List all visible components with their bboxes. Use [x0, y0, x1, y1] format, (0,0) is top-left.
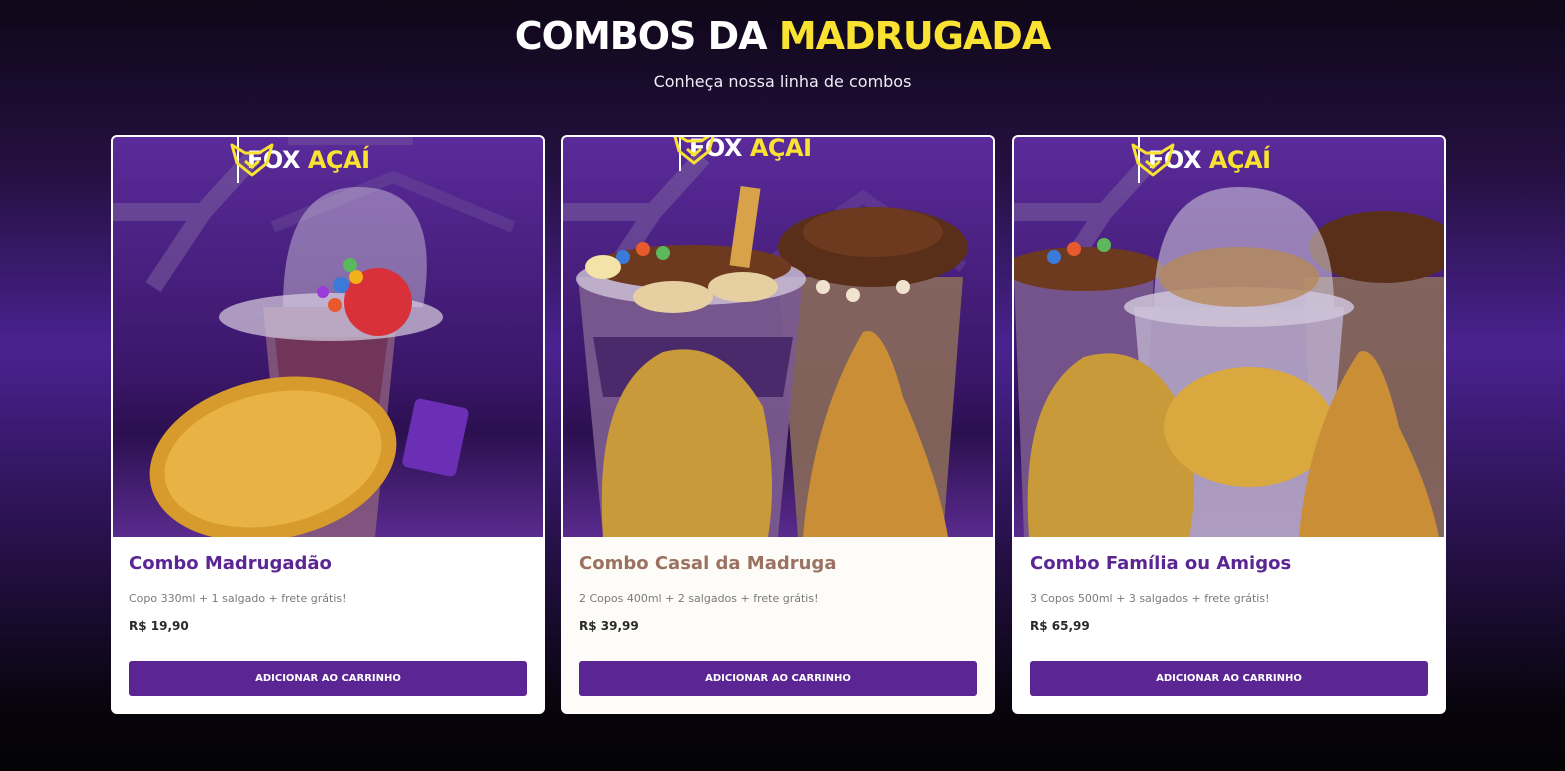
- product-description: 2 Copos 400ml + 2 salgados + frete gráti…: [579, 592, 819, 605]
- brand-logo: FOX AÇAÍ: [227, 137, 370, 183]
- product-card-familia-ou-amigos: FOX AÇAÍ Combo Família ou Amigos 3 Copos…: [1012, 135, 1446, 714]
- add-to-cart-button[interactable]: ADICIONAR AO CARRINHO: [579, 661, 977, 696]
- brand-logo: FOX AÇAÍ: [669, 137, 812, 171]
- add-to-cart-button[interactable]: ADICIONAR AO CARRINHO: [129, 661, 527, 696]
- add-to-cart-button[interactable]: ADICIONAR AO CARRINHO: [1030, 661, 1428, 696]
- product-info: Combo Família ou Amigos 3 Copos 500ml + …: [1030, 553, 1428, 633]
- product-price: R$ 39,99: [579, 619, 639, 633]
- product-info: Combo Casal da Madruga 2 Copos 400ml + 2…: [579, 553, 977, 633]
- heading-yellow-text: MADRUGADA: [778, 14, 1051, 58]
- section-heading: COMBOS DA MADRUGADA: [0, 14, 1565, 58]
- product-price: R$ 19,90: [129, 619, 189, 633]
- product-description: 3 Copos 500ml + 3 salgados + frete gráti…: [1030, 592, 1270, 605]
- brand-name-yellow: AÇAÍ: [307, 146, 370, 174]
- product-title[interactable]: Combo Madrugadão: [129, 553, 527, 574]
- heading-white-text: COMBOS DA: [514, 14, 768, 58]
- product-info: Combo Madrugadão Copo 330ml + 1 salgado …: [129, 553, 527, 633]
- product-card-casal-da-madruga: FOX AÇAÍ Combo Casal da Madruga 2 Copos …: [561, 135, 995, 714]
- brand-name-yellow: AÇAÍ: [1208, 146, 1271, 174]
- fox-head-icon: [1131, 143, 1175, 177]
- product-image[interactable]: FOX AÇAÍ: [563, 137, 993, 537]
- brand-logo: FOX AÇAÍ: [1128, 137, 1271, 183]
- brand-name-yellow: AÇAÍ: [749, 137, 812, 162]
- product-image[interactable]: FOX AÇAÍ: [113, 137, 543, 537]
- product-price: R$ 65,99: [1030, 619, 1090, 633]
- product-description: Copo 330ml + 1 salgado + frete grátis!: [129, 592, 347, 605]
- product-image[interactable]: FOX AÇAÍ: [1014, 137, 1444, 537]
- product-title[interactable]: Combo Família ou Amigos: [1030, 553, 1428, 574]
- fox-head-icon: [230, 143, 274, 177]
- product-title[interactable]: Combo Casal da Madruga: [579, 553, 977, 574]
- section-subtitle: Conheça nossa linha de combos: [653, 72, 912, 91]
- product-card-madrugadao: FOX AÇAÍ Combo Madrugadão Copo 330ml + 1…: [111, 135, 545, 714]
- fox-head-icon: [673, 137, 715, 165]
